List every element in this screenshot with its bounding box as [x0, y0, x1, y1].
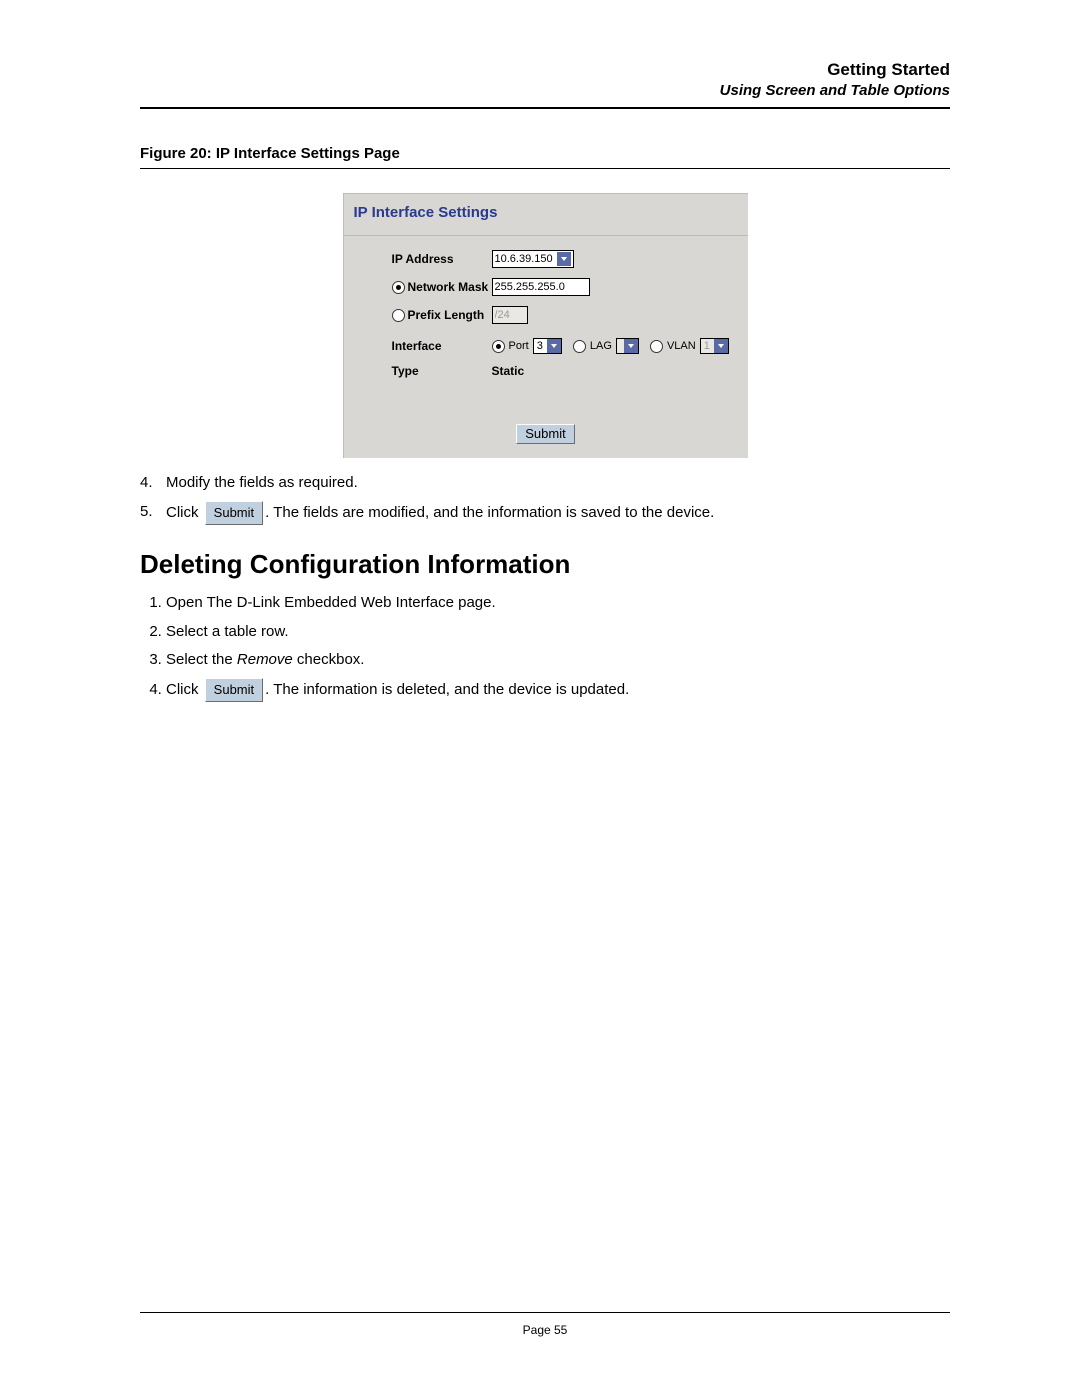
- dropdown-icon: [547, 339, 561, 353]
- ip-address-value: 10.6.39.150: [495, 253, 553, 265]
- label-network-mask-text: Network Mask: [408, 280, 489, 294]
- prefix-length-input: [492, 306, 528, 324]
- step-b2: Select a table row.: [166, 621, 950, 644]
- radio-prefix-length[interactable]: [392, 309, 405, 322]
- label-lag: LAG: [590, 340, 612, 352]
- step-5: Click Submit. The fields are modified, a…: [140, 501, 950, 526]
- port-value: 3: [537, 340, 543, 352]
- row-prefix-length: Prefix Length: [392, 306, 734, 324]
- footer-rule: [140, 1312, 950, 1313]
- dropdown-icon: [557, 252, 571, 266]
- submit-button[interactable]: Submit: [516, 424, 574, 444]
- step-b3-em: Remove: [237, 651, 293, 668]
- type-value: Static: [492, 364, 525, 378]
- row-type: Type Static: [392, 364, 734, 378]
- vlan-select[interactable]: 1: [700, 338, 729, 354]
- step-b3-pre: Select the: [166, 651, 237, 668]
- header-rule: [140, 107, 950, 109]
- label-network-mask: Network Mask: [392, 280, 492, 294]
- lag-select[interactable]: [616, 338, 639, 354]
- steps-list-a: Modify the fields as required. Click Sub…: [140, 472, 950, 525]
- section-heading: Deleting Configuration Information: [140, 549, 950, 580]
- figure-caption: Figure 20: IP Interface Settings Page: [140, 145, 950, 162]
- step-b4-post: . The information is deleted, and the de…: [265, 681, 629, 698]
- radio-network-mask[interactable]: [392, 281, 405, 294]
- network-mask-input[interactable]: [492, 278, 590, 296]
- row-ip-address: IP Address 10.6.39.150: [392, 250, 734, 268]
- screenshot-wrapper: IP Interface Settings IP Address 10.6.39…: [140, 193, 950, 458]
- step-b4-pre: Click: [166, 681, 199, 698]
- inline-submit-button-2[interactable]: Submit: [205, 678, 263, 703]
- ip-address-select[interactable]: 10.6.39.150: [492, 250, 574, 268]
- interface-options: Port 3 LAG: [492, 338, 729, 354]
- label-vlan: VLAN: [667, 340, 696, 352]
- label-prefix-length-text: Prefix Length: [408, 308, 485, 322]
- label-port: Port: [509, 340, 529, 352]
- document-page: Getting Started Using Screen and Table O…: [0, 0, 1080, 1397]
- label-ip-address: IP Address: [392, 252, 492, 266]
- step-b1: Open The D-Link Embedded Web Interface p…: [166, 592, 950, 615]
- label-type: Type: [392, 364, 492, 378]
- page-footer: Page 55: [140, 1312, 950, 1337]
- step-b4: Click Submit. The information is deleted…: [166, 678, 950, 703]
- row-network-mask: Network Mask: [392, 278, 734, 296]
- header-subtitle: Using Screen and Table Options: [140, 82, 950, 99]
- step-4-text: Modify the fields as required.: [166, 472, 358, 495]
- dropdown-icon: [714, 339, 728, 353]
- ip-interface-panel: IP Interface Settings IP Address 10.6.39…: [343, 193, 748, 458]
- panel-title: IP Interface Settings: [344, 194, 748, 236]
- step-b3-post: checkbox.: [293, 651, 365, 668]
- row-interface: Interface Port 3 LAG: [392, 338, 734, 354]
- label-interface: Interface: [392, 339, 492, 353]
- step-5-pre: Click: [166, 504, 199, 521]
- step-4: Modify the fields as required.: [140, 472, 950, 495]
- page-number: Page 55: [140, 1323, 950, 1337]
- panel-form: IP Address 10.6.39.150 Network Mask: [344, 236, 748, 398]
- header-title: Getting Started: [140, 60, 950, 80]
- steps-list-b: Open The D-Link Embedded Web Interface p…: [140, 592, 950, 702]
- step-b3: Select the Remove checkbox.: [166, 649, 950, 672]
- panel-footer: Submit: [344, 398, 748, 458]
- dropdown-icon: [624, 339, 638, 353]
- figure-rule: [140, 168, 950, 169]
- radio-port[interactable]: [492, 340, 505, 353]
- port-select[interactable]: 3: [533, 338, 562, 354]
- vlan-value: 1: [704, 340, 710, 352]
- inline-submit-button[interactable]: Submit: [205, 501, 263, 526]
- label-prefix-length: Prefix Length: [392, 308, 492, 322]
- radio-vlan[interactable]: [650, 340, 663, 353]
- step-5-post: . The fields are modified, and the infor…: [265, 504, 714, 521]
- radio-lag[interactable]: [573, 340, 586, 353]
- page-header: Getting Started Using Screen and Table O…: [140, 60, 950, 99]
